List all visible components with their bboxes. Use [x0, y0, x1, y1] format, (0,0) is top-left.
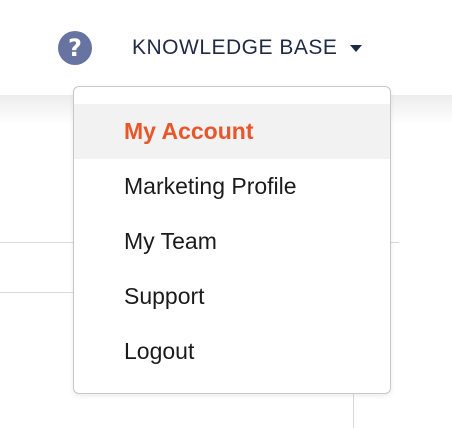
- background-divider: [0, 292, 74, 293]
- page: ? KNOWLEDGE BASE My Account Marketing Pr…: [0, 0, 452, 428]
- background-divider: [0, 242, 74, 243]
- background-divider: [391, 242, 399, 243]
- account-dropdown-menu: My Account Marketing Profile My Team Sup…: [73, 86, 391, 394]
- menu-item-marketing-profile[interactable]: Marketing Profile: [74, 159, 390, 214]
- caret-down-icon: [350, 44, 363, 52]
- knowledge-base-dropdown-button[interactable]: KNOWLEDGE BASE: [132, 33, 363, 63]
- background-divider: [353, 394, 354, 428]
- menu-item-logout[interactable]: Logout: [74, 324, 390, 379]
- menu-item-my-account[interactable]: My Account: [74, 104, 390, 159]
- knowledge-base-label: KNOWLEDGE BASE: [132, 36, 338, 59]
- help-icon[interactable]: ?: [58, 31, 92, 65]
- menu-item-support[interactable]: Support: [74, 269, 390, 324]
- top-navigation-bar: ? KNOWLEDGE BASE: [0, 0, 452, 95]
- menu-item-my-team[interactable]: My Team: [74, 214, 390, 269]
